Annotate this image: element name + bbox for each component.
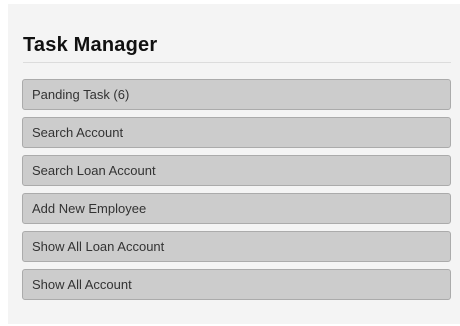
menu-item-show-all-account[interactable]: Show All Account [22,269,451,300]
task-manager-panel: Task Manager Panding Task (6) Search Acc… [8,4,460,324]
title-divider [23,62,451,63]
panel-title: Task Manager [23,34,158,56]
menu-item-show-all-loan-account[interactable]: Show All Loan Account [22,231,451,262]
menu-item-search-loan-account[interactable]: Search Loan Account [22,155,451,186]
menu-item-search-account[interactable]: Search Account [22,117,451,148]
menu-item-pending-task[interactable]: Panding Task (6) [22,79,451,110]
task-menu: Panding Task (6) Search Account Search L… [22,79,451,307]
menu-item-add-new-employee[interactable]: Add New Employee [22,193,451,224]
